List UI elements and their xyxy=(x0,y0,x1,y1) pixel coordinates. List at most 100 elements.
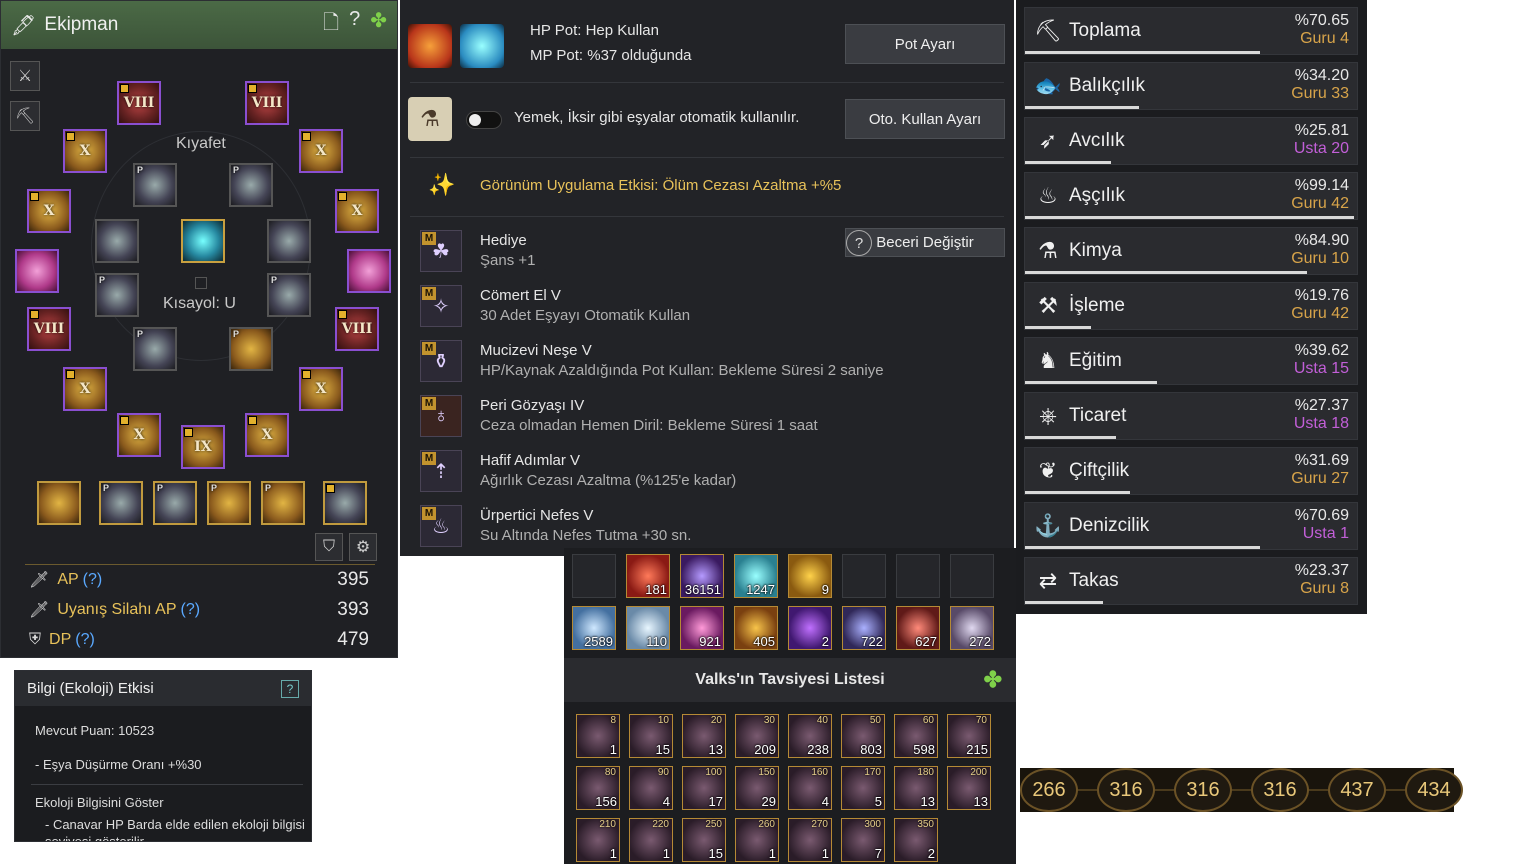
clover-icon[interactable]: ✤ xyxy=(370,8,387,42)
gear-slot-awakening-weapon[interactable]: IX xyxy=(181,425,225,469)
gear-slot-ring-left[interactable]: X xyxy=(299,367,343,411)
gear-slot-earring-right[interactable]: X xyxy=(335,189,379,233)
costume-slot-4[interactable] xyxy=(267,219,311,263)
inventory-slot[interactable]: 405 xyxy=(734,606,778,650)
gear-slot-shoes[interactable]: VIII xyxy=(335,307,379,351)
life-skill-row[interactable]: ♞ Eğitim %39.62 Usta 15 xyxy=(1024,337,1358,385)
life-skill-row[interactable]: ➶ Avcılık %25.81 Usta 20 xyxy=(1024,117,1358,165)
help-icon[interactable]: ? xyxy=(349,8,360,42)
inventory-slot[interactable] xyxy=(896,554,940,598)
inventory-slot[interactable]: 181 xyxy=(626,554,670,598)
inventory-slot[interactable]: 1247 xyxy=(734,554,778,598)
valks-advice-item[interactable]: 160 4 xyxy=(788,766,832,810)
inventory-slot[interactable]: 9 xyxy=(788,554,832,598)
dp-help-link[interactable]: (?) xyxy=(75,631,95,649)
valks-advice-item[interactable]: 300 7 xyxy=(841,818,885,862)
inventory-slot[interactable] xyxy=(950,554,994,598)
inventory-slot[interactable]: 921 xyxy=(680,606,724,650)
valks-advice-item[interactable]: 40 238 xyxy=(788,714,832,758)
costume-slot-center[interactable] xyxy=(181,219,225,263)
life-skill-row[interactable]: ⚒ İşleme %19.76 Guru 42 xyxy=(1024,282,1358,330)
hp-potion-icon[interactable] xyxy=(408,24,452,68)
valks-advice-item[interactable]: 260 1 xyxy=(735,818,779,862)
ap-help-link[interactable]: (?) xyxy=(83,571,103,589)
skills-help-icon[interactable]: ? xyxy=(846,230,872,256)
auto-use-toggle[interactable] xyxy=(466,111,502,129)
crossed-swords-button[interactable]: ⚔ xyxy=(10,61,40,91)
gear-slot-ring-right[interactable]: X xyxy=(299,129,343,173)
gear-slot-artifact-right[interactable] xyxy=(347,249,391,293)
auto-use-settings-button[interactable]: Oto. Kullan Ayarı xyxy=(845,99,1005,139)
lantern-button[interactable]: ⛉ xyxy=(315,533,343,561)
inventory-slot[interactable]: 272 xyxy=(950,606,994,650)
valks-advice-item[interactable]: 80 156 xyxy=(576,766,620,810)
document-icon[interactable]: 🗋 xyxy=(323,8,339,42)
life-skill-row[interactable]: 🐟 Balıkçılık %34.20 Guru 33 xyxy=(1024,62,1358,110)
inventory-slot[interactable]: 110 xyxy=(626,606,670,650)
bottom-slot-stars[interactable]: P xyxy=(207,481,251,525)
valks-advice-item[interactable]: 180 13 xyxy=(894,766,938,810)
settings-gear-icon[interactable]: ⚙ xyxy=(349,533,377,561)
costume-slot-2[interactable]: P xyxy=(229,163,273,207)
inventory-slot[interactable]: 2589 xyxy=(572,606,616,650)
life-skill-row[interactable]: ⚗ Kimya %84.90 Guru 10 xyxy=(1024,227,1358,275)
gear-slot-helmet[interactable]: VIII xyxy=(117,81,161,125)
inventory-slot[interactable]: 2 xyxy=(788,606,832,650)
life-skill-row[interactable]: ⇄ Takas %23.37 Guru 8 xyxy=(1024,557,1358,605)
life-skill-row[interactable]: ♨ Aşçılık %99.14 Guru 42 xyxy=(1024,172,1358,220)
inventory-slot[interactable]: 627 xyxy=(896,606,940,650)
bottom-slot-tool[interactable]: P xyxy=(261,481,305,525)
bottom-slot-necklace[interactable]: P xyxy=(153,481,197,525)
gear-slot-necklace[interactable]: X xyxy=(63,129,107,173)
inventory-slot[interactable]: 722 xyxy=(842,606,886,650)
valks-advice-item[interactable]: 70 215 xyxy=(947,714,991,758)
pot-settings-button[interactable]: Pot Ayarı xyxy=(845,24,1005,64)
valks-advice-item[interactable]: 81 xyxy=(576,714,620,758)
life-skill-row[interactable]: ⎈ Ticaret %27.37 Usta 18 xyxy=(1024,392,1358,440)
inventory-slot[interactable] xyxy=(842,554,886,598)
valks-advice-item[interactable]: 250 15 xyxy=(682,818,726,862)
valks-advice-item[interactable]: 150 29 xyxy=(735,766,779,810)
costume-slot-1[interactable]: P xyxy=(133,163,177,207)
costume-slot-7[interactable]: P xyxy=(133,327,177,371)
gear-slot-main-weapon[interactable]: X xyxy=(117,413,161,457)
costume-slot-3[interactable] xyxy=(95,219,139,263)
valks-advice-item[interactable]: 100 17 xyxy=(682,766,726,810)
inventory-slot[interactable] xyxy=(572,554,616,598)
valks-advice-item[interactable]: 350 2 xyxy=(894,818,938,862)
clover-icon[interactable]: ✤ xyxy=(984,667,1002,693)
valks-item-level: 270 xyxy=(811,819,828,830)
ecology-help-icon[interactable]: ? xyxy=(281,679,299,698)
gear-slot-gloves[interactable]: VIII xyxy=(27,307,71,351)
mp-potion-icon[interactable] xyxy=(460,24,504,68)
valks-advice-item[interactable]: 200 13 xyxy=(947,766,991,810)
bottom-slot-flower[interactable]: P xyxy=(99,481,143,525)
valks-advice-item[interactable]: 50 803 xyxy=(841,714,885,758)
gear-slot-belt[interactable]: X xyxy=(63,367,107,411)
gear-slot-sub-weapon[interactable]: X xyxy=(245,413,289,457)
bottom-slot-emblem[interactable] xyxy=(37,481,81,525)
gear-slot-earring-left[interactable]: X xyxy=(27,189,71,233)
life-skill-row[interactable]: ❦ Çiftçilik %31.69 Guru 27 xyxy=(1024,447,1358,495)
shortcut-checkbox[interactable] xyxy=(195,277,207,289)
pickaxe-tab-button[interactable]: ⛏ xyxy=(10,101,40,131)
valks-advice-item[interactable]: 60 598 xyxy=(894,714,938,758)
awakening-ap-help-link[interactable]: (?) xyxy=(180,601,200,619)
bottom-slot-pickaxe[interactable] xyxy=(323,481,367,525)
valks-advice-item[interactable]: 30 209 xyxy=(735,714,779,758)
valks-advice-item[interactable]: 210 1 xyxy=(576,818,620,862)
valks-advice-item[interactable]: 90 4 xyxy=(629,766,673,810)
inventory-slot[interactable]: 36151 xyxy=(680,554,724,598)
costume-slot-6[interactable]: P xyxy=(267,273,311,317)
gear-slot-armor[interactable]: VIII xyxy=(245,81,289,125)
valks-advice-item[interactable]: 10 15 xyxy=(629,714,673,758)
costume-slot-5[interactable]: P xyxy=(95,273,139,317)
valks-advice-item[interactable]: 220 1 xyxy=(629,818,673,862)
gear-slot-artifact-left[interactable] xyxy=(15,249,59,293)
valks-advice-item[interactable]: 20 13 xyxy=(682,714,726,758)
valks-advice-item[interactable]: 170 5 xyxy=(841,766,885,810)
valks-advice-item[interactable]: 270 1 xyxy=(788,818,832,862)
costume-slot-8[interactable]: P xyxy=(229,327,273,371)
life-skill-row[interactable]: ⚓ Denizcilik %70.69 Usta 1 xyxy=(1024,502,1358,550)
life-skill-row[interactable]: ⛏ Toplama %70.65 Guru 4 xyxy=(1024,7,1358,55)
